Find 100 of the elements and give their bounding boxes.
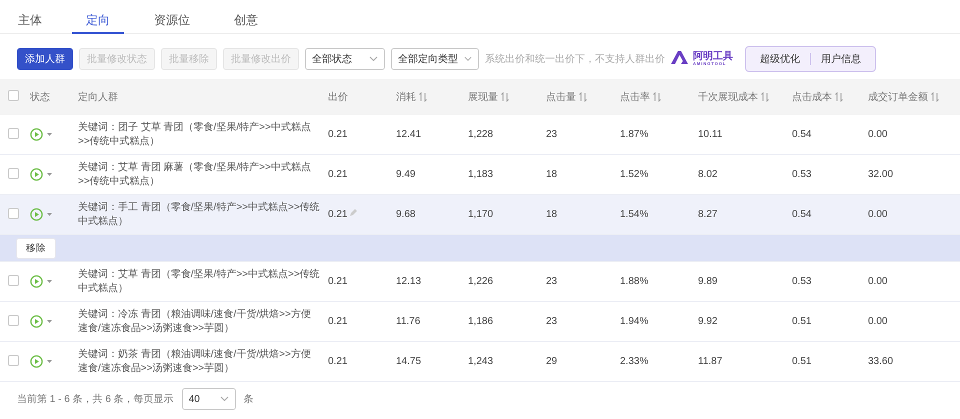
caret-icon[interactable] [47,173,52,176]
table-cell: 9.68 [396,209,416,220]
tab[interactable]: 定向 [72,0,124,34]
table-row[interactable]: 关键词：冷冻 青团（粮油调味/速食/干货/烘焙>>方便速食/速冻食品>>汤粥速食>>芋圆） 0.21 11.76 1,186 23 1.94% 9.92 0.51 0.00 [0,302,960,342]
table-cell: 1.54% [620,209,648,220]
play-icon[interactable] [30,208,43,221]
table-cell: 1,228 [468,129,494,140]
pencil-icon[interactable] [349,209,358,217]
table-cell: 0.21 [328,276,348,287]
table-cell: 14.75 [396,356,422,367]
table-cell: 1.87% [620,129,648,140]
play-icon[interactable] [30,315,43,328]
tool-tab[interactable]: 超级优化 [750,52,810,66]
caret-icon[interactable] [47,280,52,283]
table-cell: 0.54 [792,129,812,140]
table-cell: 0.21 [328,129,348,140]
table-cell: 1.52% [620,169,648,180]
table-cell: 23 [546,316,558,327]
table-cell: 18 [546,169,558,180]
table-cell: 1.88% [620,276,648,287]
table-cell: 23 [546,276,558,287]
checkbox[interactable] [8,168,19,178]
tab[interactable]: 主体 [4,0,56,34]
table-row[interactable]: 关键词：团子 艾草 青团（零食/坚果/特产>>中式糕点>>传统中式糕点） 0.21 12.41 1,228 23 1.87% 10.11 0.54 0.00 [0,115,960,154]
table-row[interactable]: 关键词：奶茶 青团（粮油调味/速食/干货/烘焙>>方便速食/速冻食品>>汤粥速食>>芋圆） 0.21 14.75 1,243 29 2.33% 11.87 0.51 33.60 [0,342,960,382]
table-cell: 18 [546,209,558,220]
table-cell: 0.54 [792,209,812,220]
table-cell: 12.41 [396,129,422,140]
chevron-down-icon [464,56,472,62]
table-cell: 1.94% [620,316,648,327]
table-cell: 12.13 [396,276,422,287]
tool-tab[interactable]: 用户信息 [811,52,871,66]
table-cell: 11.76 [396,316,420,327]
chevron-down-icon [369,56,378,62]
sort-icon [931,92,939,102]
play-icon[interactable] [30,355,43,368]
table-cell: 0.51 [792,356,812,367]
table-cell: 2.33% [620,356,648,367]
table-cell: 0.53 [792,169,812,180]
table-cell: 23 [546,129,558,140]
checkbox[interactable] [8,128,19,138]
sort-icon [501,92,509,102]
table-cell: 1,226 [468,276,494,287]
chevron-down-icon [220,396,229,402]
table-cell: 9.89 [698,276,718,287]
table-cell: 0.00 [868,209,888,220]
sort-icon [653,92,661,102]
table-cell: 0.00 [868,316,888,327]
table-cell: 32.00 [868,169,894,180]
caret-icon[interactable] [47,133,52,136]
filter-select[interactable]: 全部定向类型 [391,48,479,70]
caret-icon[interactable] [47,360,52,363]
target-audience: 关键词：手工 青团（零食/坚果/特产>>中式糕点>>传统中式糕点） [78,200,320,228]
table-cell: 29 [546,356,558,367]
add-button[interactable]: 添加人群 [17,48,73,70]
pagination-summary: 当前第 1 - 6 条，共 6 条，每页显示 [17,392,174,406]
table-cell: 8.02 [698,169,718,180]
table-row[interactable]: 关键词：手工 青团（零食/坚果/特产>>中式糕点>>传统中式糕点） 0.21 9.68 1,170 18 1.54% 8.27 0.54 0.00 [0,194,960,234]
checkbox[interactable] [8,314,19,326]
checkbox[interactable] [8,354,19,366]
table-cell: 10.11 [698,129,722,140]
caret-icon[interactable] [47,213,52,216]
target-audience: 关键词：艾草 青团 麻薯（零食/坚果/特产>>中式糕点>>传统中式糕点） [78,160,312,188]
caret-icon[interactable] [47,320,52,323]
table-cell: 1,186 [468,316,494,327]
checkbox[interactable] [8,90,19,101]
table-cell: 9.92 [698,316,718,327]
table-cell: 33.60 [868,356,894,367]
tab[interactable]: 创意 [220,0,272,34]
tab[interactable]: 资源位 [140,0,204,34]
column-header: 状态 [30,90,50,104]
table-cell: 0.00 [868,276,888,287]
page-size-select[interactable]: 40 [182,388,236,410]
table-cell: 0.21 [328,209,348,220]
sort-icon [835,92,843,102]
play-icon[interactable] [30,168,43,181]
sort-icon [761,92,769,102]
column-header[interactable]: 消耗 [396,90,427,104]
remove-button[interactable]: 移除 [16,238,56,258]
table-cell: 0.00 [868,129,888,140]
column-header: 出价 [328,90,348,104]
table-cell: 0.21 [328,316,348,327]
logo-icon [671,50,691,64]
play-icon[interactable] [30,128,43,141]
table-cell: 1,183 [468,169,494,180]
target-audience: 关键词：冷冻 青团（粮油调味/速食/干货/烘焙>>方便速食/速冻食品>>汤粥速食>>芋圆） [78,308,312,336]
table-cell: 11.87 [698,356,722,367]
column-header: 定向人群 [78,90,118,104]
target-audience: 关键词：艾草 青团（零食/坚果/特产>>中式糕点>>传统中式糕点） [78,268,320,296]
checkbox[interactable] [8,274,19,286]
target-audience: 关键词：团子 艾草 青团（零食/坚果/特产>>中式糕点>>传统中式糕点） [78,120,312,148]
table-cell: 0.53 [792,276,812,287]
sort-icon [579,92,587,102]
filter-select[interactable]: 全部状态 [305,48,385,70]
checkbox[interactable] [8,208,19,218]
target-audience: 关键词：奶茶 青团（粮油调味/速食/干货/烘焙>>方便速食/速冻食品>>汤粥速食>>芋圆） [78,348,312,376]
table-row[interactable]: 关键词：艾草 青团（零食/坚果/特产>>中式糕点>>传统中式糕点） 0.21 12.13 1,226 23 1.88% 9.89 0.53 0.00 [0,262,960,302]
sort-icon [419,92,427,102]
table-cell: 1,170 [468,209,494,220]
play-icon[interactable] [30,275,43,288]
